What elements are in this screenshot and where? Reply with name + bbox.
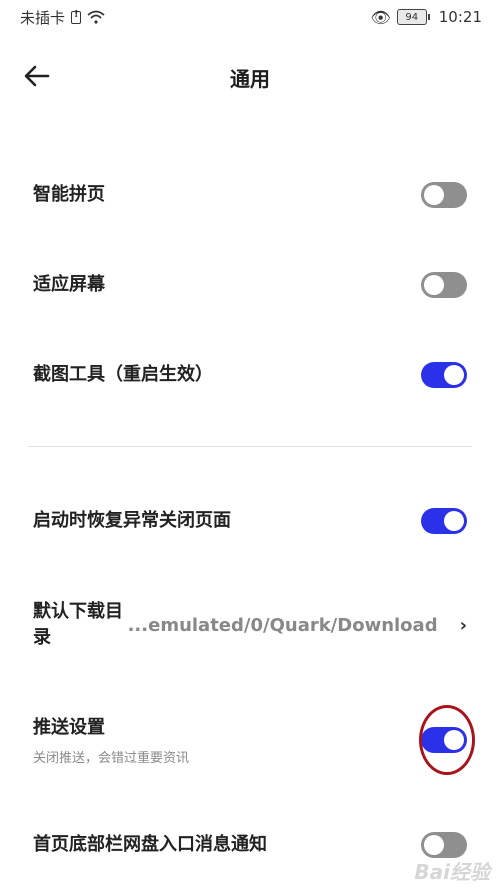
smart-page-toggle[interactable] <box>421 182 467 208</box>
download-path-wrap: ...emulated/0/Quark/Download › <box>128 615 467 636</box>
toggle-knob <box>424 185 444 205</box>
watermark-logo: Bai经验 <box>414 860 490 884</box>
setting-row-restore-pages[interactable]: 启动时恢复异常关闭页面 <box>0 504 500 538</box>
status-left: 未插卡 <box>20 7 105 28</box>
section-divider <box>28 446 472 447</box>
toggle-knob <box>424 275 444 295</box>
setting-label: 智能拼页 <box>33 184 105 205</box>
page-title: 通用 <box>230 66 270 91</box>
highlight-ring <box>419 705 475 775</box>
wifi-icon <box>87 10 105 24</box>
setting-row-download-dir[interactable]: 默认下载目 录 ...emulated/0/Quark/Download › <box>0 598 500 652</box>
netdisk-notify-toggle[interactable] <box>421 832 467 858</box>
toggle-knob <box>444 511 464 531</box>
setting-row-screenshot-tool[interactable]: 截图工具（重启生效） <box>0 358 500 392</box>
status-right: 👁 94 10:21 <box>370 8 482 27</box>
setting-label-line1: 默认下载目 <box>33 601 123 622</box>
setting-label: 首页底部栏网盘入口消息通知 <box>33 834 267 855</box>
setting-label: 推送设置 <box>33 716 105 738</box>
toggle-knob <box>424 835 444 855</box>
clock-text: 10:21 <box>438 8 482 26</box>
download-dir-label: 默认下载目 录 <box>33 599 128 651</box>
back-arrow-icon <box>24 65 50 87</box>
setting-row-smart-page[interactable]: 智能拼页 <box>0 178 500 212</box>
push-label-group: 推送设置 关闭推送，会错过重要资讯 <box>33 715 189 766</box>
setting-label: 适应屏幕 <box>33 274 105 295</box>
setting-label-line2: 录 <box>33 627 51 648</box>
eye-icon: 👁 <box>370 7 391 27</box>
screenshot-tool-toggle[interactable] <box>421 362 467 388</box>
restore-pages-toggle[interactable] <box>421 508 467 534</box>
fit-screen-toggle[interactable] <box>421 272 467 298</box>
setting-label: 截图工具（重启生效） <box>33 364 213 385</box>
back-button[interactable] <box>24 60 64 92</box>
battery-icon: 94 <box>396 9 430 25</box>
settings-screen: 未插卡 👁 94 10:21 通用 智能拼页 适应屏幕 <box>0 0 500 889</box>
title-bar: 通用 <box>0 50 500 104</box>
status-bar: 未插卡 👁 94 10:21 <box>0 0 500 34</box>
toggle-knob <box>444 365 464 385</box>
download-path-value: ...emulated/0/Quark/Download <box>127 614 438 636</box>
carrier-text: 未插卡 <box>20 8 66 27</box>
setting-label: 启动时恢复异常关闭页面 <box>33 510 231 531</box>
setting-row-fit-screen[interactable]: 适应屏幕 <box>0 268 500 302</box>
sim-alert-icon <box>71 9 82 24</box>
setting-sublabel: 关闭推送，会错过重要资讯 <box>33 750 190 766</box>
chevron-right-icon: › <box>459 614 467 636</box>
